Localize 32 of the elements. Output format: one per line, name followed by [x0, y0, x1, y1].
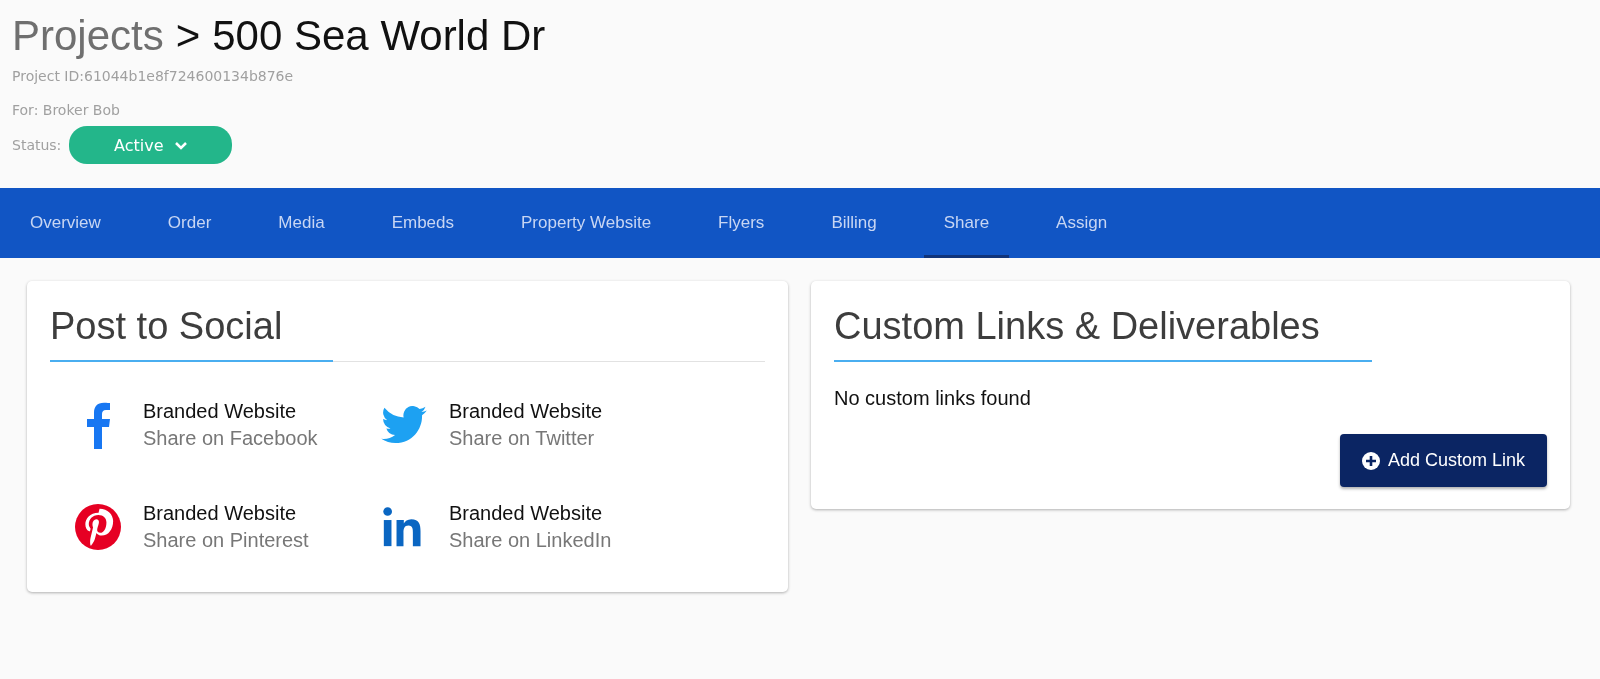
nav-tab[interactable]: Billing — [811, 188, 897, 258]
breadcrumb-separator: > — [175, 12, 201, 60]
share-link[interactable]: Share on Twitter — [449, 427, 603, 450]
share-title: Branded Website — [449, 502, 604, 525]
nav-tab[interactable]: Assign — [1036, 188, 1128, 258]
nav-tab[interactable]: Order — [147, 188, 232, 258]
project-id: Project ID:61044b1e8f724600134b876e — [12, 68, 295, 84]
nav-tab[interactable]: Share — [923, 188, 1010, 258]
empty-message: No custom links found — [834, 387, 1032, 410]
card-title: Custom Links & Deliverables — [834, 305, 1320, 349]
share-title: Branded Website — [143, 400, 298, 423]
client-name: For: Broker Bob — [12, 102, 121, 118]
share-link[interactable]: Share on Facebook — [143, 427, 318, 450]
nav-tab[interactable]: Overview — [10, 188, 121, 258]
nav-tab[interactable]: Property Website — [501, 188, 672, 258]
add-custom-link-button[interactable]: Add Custom Link — [1339, 434, 1547, 487]
nav-tab[interactable]: Media — [258, 188, 345, 258]
pinterest-icon[interactable] — [75, 504, 121, 550]
share-title: Branded Website — [143, 502, 298, 525]
chevron-down-icon — [173, 140, 188, 150]
share-link[interactable]: Share on LinkedIn — [449, 529, 612, 552]
share-title: Branded Website — [449, 400, 603, 423]
plus-circle-icon — [1361, 451, 1380, 470]
nav-tab[interactable]: Flyers — [698, 188, 785, 258]
card-title: Post to Social — [50, 305, 283, 349]
page-title: 500 Sea World Dr — [212, 12, 546, 60]
bird-icon[interactable] — [381, 406, 427, 444]
breadcrumb-link[interactable]: Projects — [12, 12, 164, 60]
status-label: Status: — [12, 137, 62, 153]
nav-tab[interactable]: Embeds — [371, 188, 474, 258]
status-dropdown[interactable]: Active — [69, 126, 233, 164]
share-link[interactable]: Share on Pinterest — [143, 529, 309, 552]
